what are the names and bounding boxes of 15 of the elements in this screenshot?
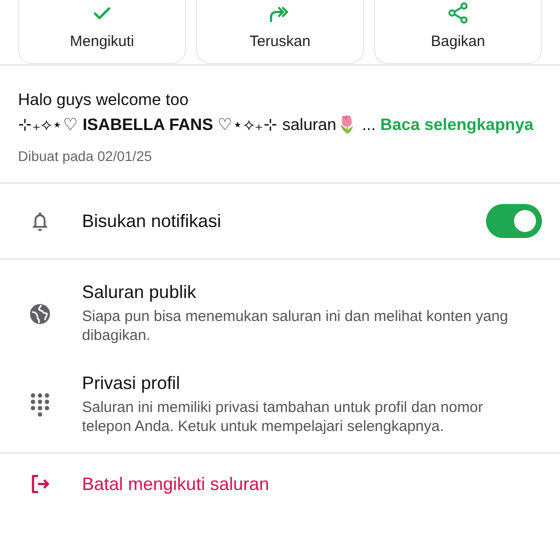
- unfollow-button[interactable]: Batal mengikuti saluran: [82, 474, 270, 494]
- action-button[interactable]: Mengikuti: [18, 0, 186, 64]
- share-icon: [446, 1, 470, 25]
- mute-toggle[interactable]: [486, 204, 542, 238]
- action-button[interactable]: Teruskan: [196, 0, 364, 64]
- setting-description: Siapa pun bisa menemukan saluran ini dan melihat konten yang dibagikan.: [82, 307, 510, 345]
- setting-title: Saluran publik: [82, 282, 198, 303]
- action-button[interactable]: Bagikan: [374, 0, 542, 64]
- mute-label: Bisukan notifikasi: [82, 210, 222, 232]
- channel-description: Halo guys welcome too ⊹₊⟡⋆♡ ISABELLA FANS ♡⋆⟡₊⊹ saluran🌷 ... Baca selengkapnya: [18, 90, 534, 136]
- globe-icon: [28, 302, 52, 326]
- dialpad-icon: [28, 392, 52, 416]
- setting-description: Saluran ini memiliki privasi tambahan untuk profil dan nomor telepon Anda. Ketuk untuk mempelajari selengkapnya.: [82, 398, 484, 436]
- created-date: Dibuat pada 02/01/25: [18, 148, 153, 164]
- setting-title: Privasi profil: [82, 373, 182, 394]
